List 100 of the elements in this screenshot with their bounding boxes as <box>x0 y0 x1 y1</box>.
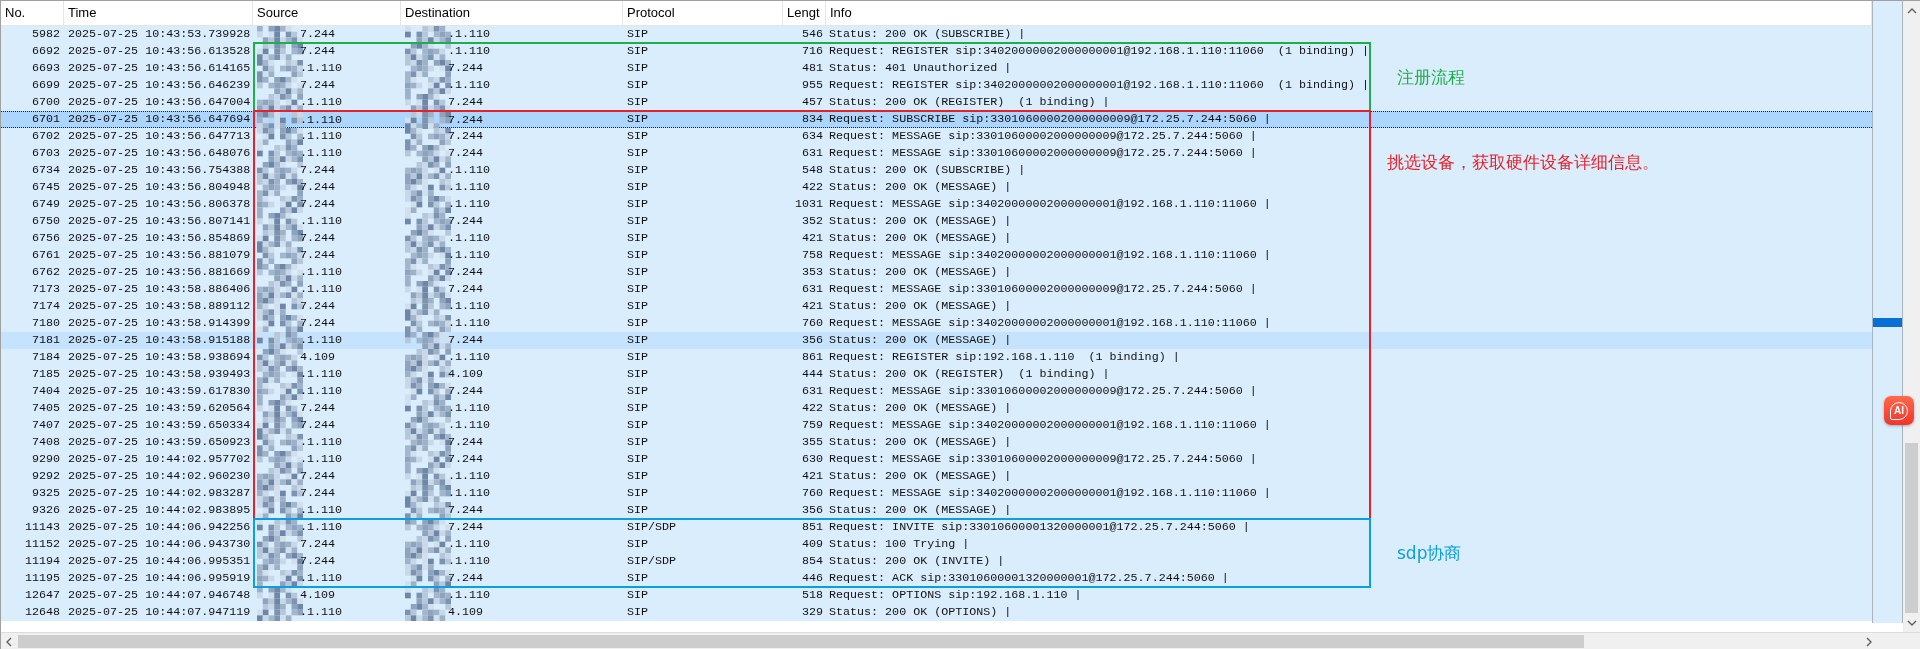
packet-map-marker <box>1873 318 1902 327</box>
table-cell-text: 422 <box>800 179 824 196</box>
table-cell: Status: 200 OK (MESSAGE) | <box>829 298 1012 315</box>
table-cell: Request: MESSAGE sip:34020000002000000001@192.168.1.110:11060 | <box>829 485 1271 502</box>
mosaic-drawing <box>257 502 303 519</box>
mosaic-drawing <box>257 468 303 485</box>
table-cell-text: 2025-07-25 10:43:56.806378 <box>67 196 252 213</box>
table-cell: 7.244 <box>448 113 484 128</box>
mosaic-drawing <box>257 451 303 468</box>
mosaic-drawing <box>405 485 451 502</box>
table-cell-text: 1031 <box>793 196 824 213</box>
table-cell: Status: 200 OK (MESSAGE) | <box>829 502 1012 519</box>
table-cell-text: 2025-07-25 10:43:56.647694 <box>67 112 252 128</box>
table-cell-text: 12648 <box>23 604 61 621</box>
mosaic-drawing <box>257 366 303 383</box>
packet-map[interactable] <box>1872 1 1903 623</box>
table-cell-text: SIP <box>626 264 650 281</box>
table-cell: .1.110 <box>300 332 343 349</box>
table-cell: 7.244 <box>300 43 336 60</box>
table-cell-text: 630 <box>800 451 824 468</box>
table-cell-text: SIP/SDP <box>626 553 678 570</box>
table-cell-text: SIP <box>626 60 650 77</box>
table-cell-text: 11143 <box>23 519 61 536</box>
scroll-up-icon[interactable] <box>1906 8 1917 14</box>
mosaic-drawing <box>257 128 303 145</box>
table-cell: .1.110 <box>448 298 491 315</box>
table-cell: .1.110 <box>448 43 491 60</box>
mosaic-drawing <box>257 315 303 332</box>
table-cell: .1.110 <box>448 247 491 264</box>
packet-row[interactable]: 7181 2025-07-25 10:43:58.915188 .1.110 7.244 SIP 356 Status: 200 OK (MESSAGE) | <box>1 332 1872 349</box>
horizontal-scrollbar[interactable] <box>1 632 1920 649</box>
mosaic-drawing <box>405 553 451 570</box>
table-cell: Request: REGISTER sip:34020000002000000001@192.168.1.110:11060 (1 binding) | <box>829 43 1370 60</box>
mosaic-drawing <box>405 213 451 230</box>
table-cell-text: SIP <box>626 366 650 383</box>
table-cell: Status: 200 OK (MESSAGE) | <box>829 230 1012 247</box>
table-cell: Status: 200 OK (MESSAGE) | <box>829 179 1012 196</box>
table-cell: .1.110 <box>300 383 343 400</box>
mosaic-drawing <box>257 112 303 129</box>
table-cell: 7.244 <box>300 298 336 315</box>
table-cell: 7.244 <box>448 213 484 230</box>
table-cell: 7.244 <box>448 264 484 281</box>
table-cell: 7.244 <box>448 434 484 451</box>
table-cell-text: 2025-07-25 10:44:06.995919 <box>67 570 252 587</box>
table-cell-text: 2025-07-25 10:43:56.804948 <box>67 179 252 196</box>
table-cell: Request: MESSAGE sip:34020000002000000001@192.168.1.110:11060 | <box>829 315 1271 332</box>
table-cell: .1.110 <box>448 230 491 247</box>
table-cell: 7.244 <box>300 485 336 502</box>
mosaic-drawing <box>257 383 303 400</box>
table-cell-text: 2025-07-25 10:43:56.648076 <box>67 145 252 162</box>
table-cell: Request: MESSAGE sip:33010600002000000009@172.25.7.244:5060 | <box>829 145 1257 162</box>
table-cell-text: 356 <box>800 332 824 349</box>
table-cell-text: 7405 <box>30 400 61 417</box>
mosaic-drawing <box>257 230 303 247</box>
table-cell-text: 6700 <box>30 94 61 111</box>
table-cell-text: 2025-07-25 10:44:02.983287 <box>67 485 252 502</box>
mosaic-drawing <box>405 434 451 451</box>
vertical-scrollbar[interactable] <box>1903 1 1920 632</box>
table-cell: .1.110 <box>300 451 343 468</box>
column-header[interactable]: Lengt <box>783 1 826 25</box>
scroll-down-icon[interactable] <box>1906 620 1917 626</box>
scrollbar-thumb[interactable] <box>1905 443 1918 613</box>
table-cell-text: SIP <box>626 26 650 43</box>
table-cell-text: SIP <box>626 179 650 196</box>
mosaic-drawing <box>405 230 451 247</box>
table-cell-text: 2025-07-25 10:43:59.650334 <box>67 417 252 434</box>
table-cell-text: SIP <box>626 162 650 179</box>
table-cell-text: 2025-07-25 10:44:02.983895 <box>67 502 252 519</box>
scroll-left-icon[interactable] <box>6 636 12 647</box>
scroll-right-icon[interactable] <box>1866 636 1872 647</box>
table-cell-text: 758 <box>800 247 824 264</box>
table-cell-text: 759 <box>800 417 824 434</box>
column-header[interactable]: Time <box>64 1 253 25</box>
table-cell: Status: 200 OK (MESSAGE) | <box>829 400 1012 417</box>
table-cell: .1.110 <box>448 196 491 213</box>
table-cell-text: SIP <box>626 468 650 485</box>
table-cell-text: 955 <box>800 77 824 94</box>
column-header[interactable]: Protocol <box>623 1 783 25</box>
table-cell: 7.244 <box>300 77 336 94</box>
table-cell: 7.244 <box>300 536 336 553</box>
table-cell-text: 9290 <box>30 451 61 468</box>
table-cell-text: 6702 <box>30 128 61 145</box>
column-header[interactable]: Source <box>253 1 401 25</box>
table-cell-text: 356 <box>800 502 824 519</box>
packet-row[interactable]: 6701 2025-07-25 10:43:56.647694 .1.110 7.244 SIP 834 Request: SUBSCRIBE sip:33010600002000000009@172.25.7.244:5060 | <box>1 111 1872 128</box>
mosaic-drawing <box>257 60 303 77</box>
table-cell: 7.244 <box>300 196 336 213</box>
mosaic-drawing <box>257 179 303 196</box>
table-cell-text: 2025-07-25 10:44:07.946748 <box>67 587 252 604</box>
column-header[interactable]: Destination <box>401 1 623 25</box>
mosaic-drawing <box>257 213 303 230</box>
column-header[interactable]: No. <box>1 1 64 25</box>
table-cell: Request: MESSAGE sip:34020000002000000001@192.168.1.110:11060 | <box>829 417 1271 434</box>
scrollbar-thumb[interactable] <box>18 635 1584 648</box>
table-cell-text: 546 <box>800 26 824 43</box>
table-cell-text: 631 <box>800 145 824 162</box>
table-cell-text: 2025-07-25 10:43:56.613528 <box>67 43 252 60</box>
table-cell-text: SIP <box>626 451 650 468</box>
table-cell-text: 7174 <box>30 298 61 315</box>
table-cell: .1.110 <box>448 179 491 196</box>
